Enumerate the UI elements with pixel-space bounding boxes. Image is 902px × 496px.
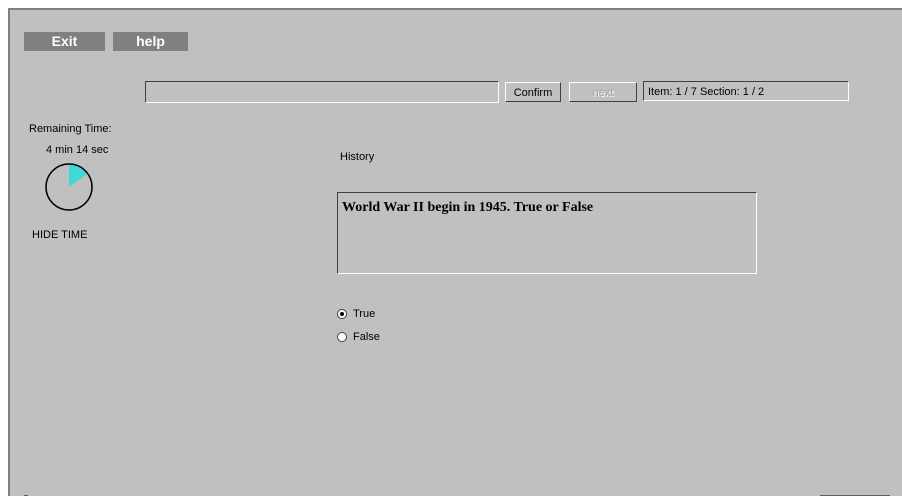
option-true-label: True: [353, 308, 376, 320]
radio-false[interactable]: [337, 332, 347, 342]
question-box: World War II begin in 1945. True or Fals…: [337, 192, 757, 274]
timer-clock-icon: [45, 163, 93, 211]
item-section-status: Item: 1 / 7 Section: 1 / 2: [643, 81, 849, 101]
hide-time-button[interactable]: HIDE TIME: [32, 229, 87, 241]
remaining-time-value: 4 min 14 sec: [46, 144, 109, 156]
exit-button[interactable]: Exit: [24, 32, 105, 51]
option-true[interactable]: True: [337, 307, 375, 321]
remaining-time-label: Remaining Time:: [29, 123, 112, 135]
subject-label: History: [340, 151, 375, 163]
radio-true[interactable]: [337, 309, 347, 319]
test-window: Exit help Confirm next Item: 1 / 7 Secti…: [8, 8, 902, 496]
next-button[interactable]: next: [569, 82, 637, 102]
question-text: World War II begin in 1945. True or Fals…: [342, 200, 594, 215]
answer-progress-field: [145, 81, 499, 103]
option-false-label: False: [353, 331, 380, 343]
option-false[interactable]: False: [337, 330, 380, 344]
help-button[interactable]: help: [113, 32, 188, 51]
confirm-button[interactable]: Confirm: [505, 82, 561, 102]
